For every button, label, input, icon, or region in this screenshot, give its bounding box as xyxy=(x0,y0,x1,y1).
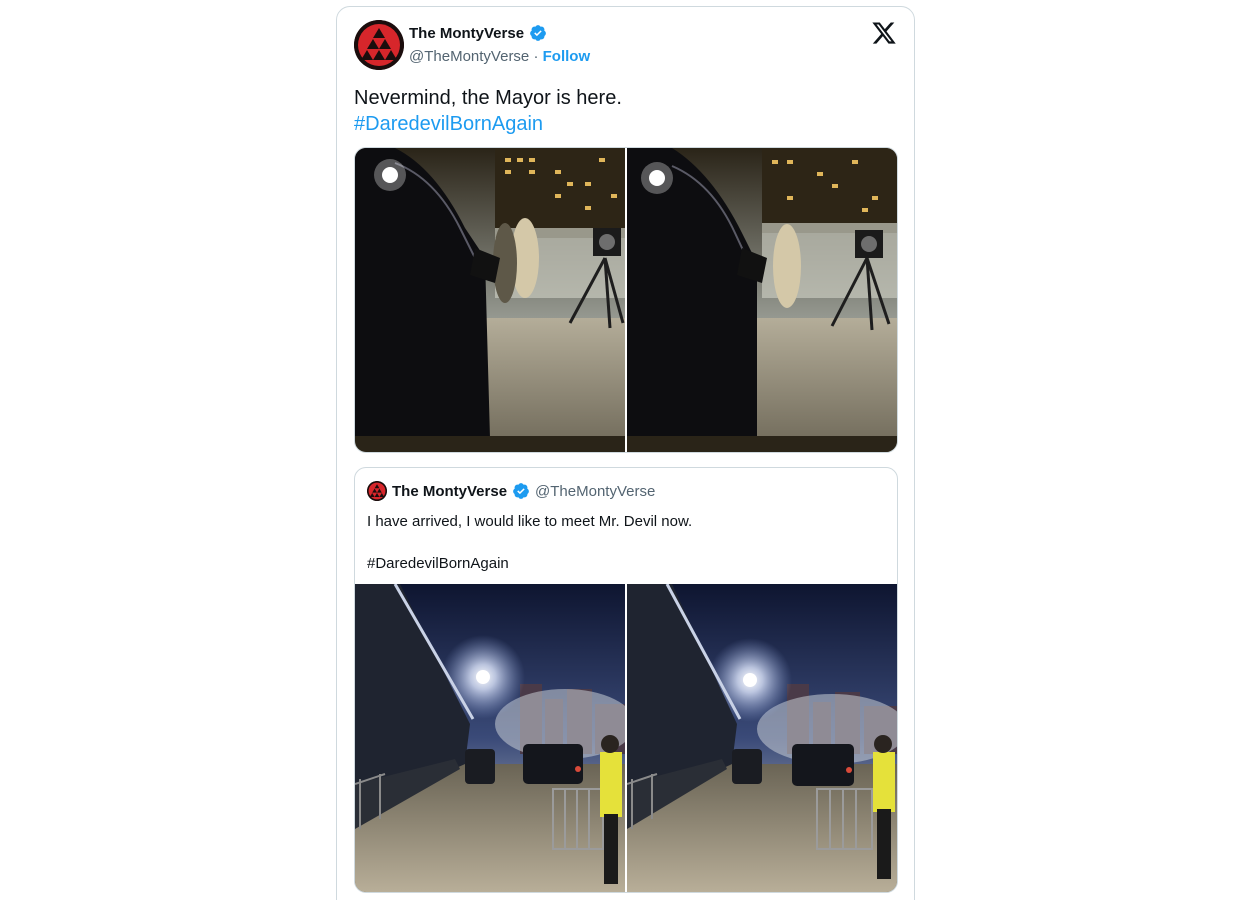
follow-button[interactable]: Follow xyxy=(543,48,591,65)
night-set-photo xyxy=(355,148,625,452)
media-photo-1[interactable] xyxy=(355,148,625,452)
author-avatar[interactable] xyxy=(354,20,404,70)
author-handle[interactable]: @TheMontyVerse xyxy=(409,48,529,65)
hashtag-link[interactable]: #DaredevilBornAgain xyxy=(354,111,622,137)
quoted-author-handle[interactable]: @TheMontyVerse xyxy=(535,483,655,500)
quoted-tweet[interactable]: The MontyVerse @TheMontyVerse I have arr… xyxy=(354,467,898,893)
tweet-media xyxy=(354,147,898,453)
montyverse-logo-icon xyxy=(354,20,404,70)
verified-badge-icon xyxy=(513,483,529,499)
quoted-media-photo-1[interactable] xyxy=(355,584,625,892)
quoted-media-photo-2[interactable] xyxy=(627,584,897,892)
quoted-author-avatar[interactable] xyxy=(367,481,387,501)
night-set-photo xyxy=(627,148,897,452)
quoted-author-name[interactable]: The MontyVerse xyxy=(392,483,507,500)
verified-badge-icon xyxy=(530,25,546,41)
author-name[interactable]: The MontyVerse xyxy=(409,25,524,42)
tweet-text: Nevermind, the Mayor is here. xyxy=(354,87,622,109)
montyverse-logo-icon xyxy=(367,481,387,501)
tweet-body: Nevermind, the Mayor is here. #Daredevil… xyxy=(354,85,622,137)
quoted-tweet-media xyxy=(355,584,897,892)
quoted-tweet-text: I have arrived, I would like to meet Mr.… xyxy=(367,513,693,530)
tweet-card[interactable]: The MontyVerse @TheMontyVerse · Follow N… xyxy=(336,6,915,900)
x-logo-icon[interactable] xyxy=(871,20,897,46)
handle-separator: · xyxy=(533,48,539,65)
street-night-photo xyxy=(627,584,897,892)
media-photo-2[interactable] xyxy=(627,148,897,452)
quoted-tweet-hashtag[interactable]: #DaredevilBornAgain xyxy=(367,553,509,574)
street-night-photo xyxy=(355,584,625,892)
